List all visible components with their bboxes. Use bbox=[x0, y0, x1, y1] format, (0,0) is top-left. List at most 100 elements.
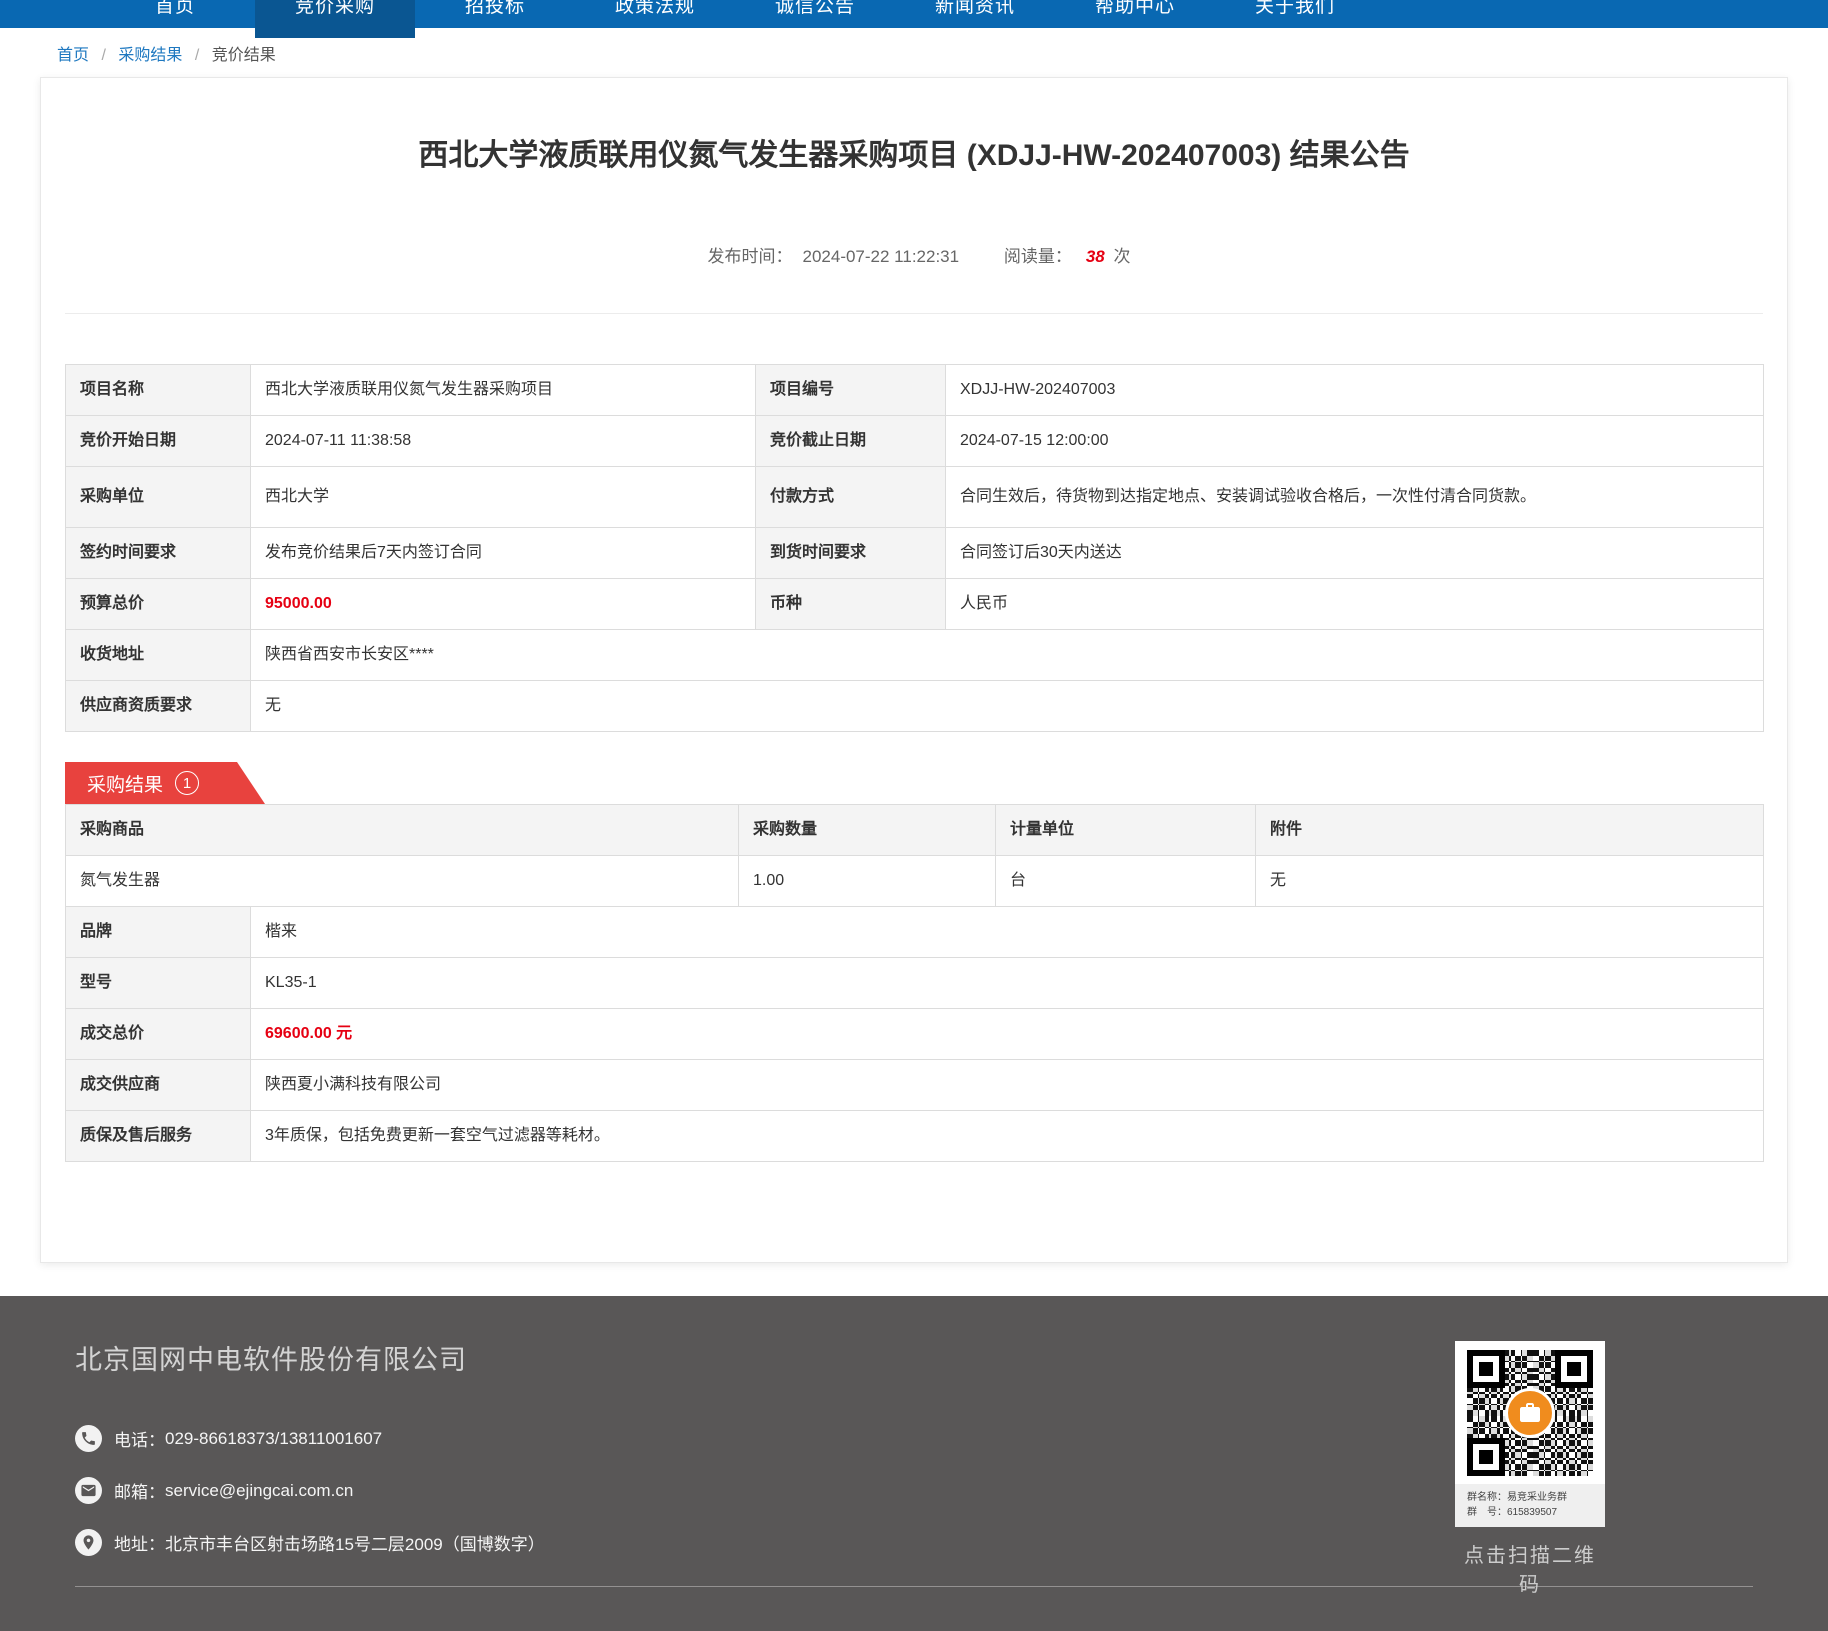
nav-item-tender[interactable]: 招投标 bbox=[415, 0, 575, 28]
table-row: 签约时间要求 发布竞价结果后7天内签订合同 到货时间要求 合同签订后30天内送达 bbox=[66, 528, 1764, 579]
table-row: 竞价开始日期 2024-07-11 11:38:58 竞价截止日期 2024-0… bbox=[66, 416, 1764, 467]
column-header: 计量单位 bbox=[996, 805, 1256, 856]
info-value-cell: 2024-07-11 11:38:58 bbox=[251, 416, 756, 467]
nav-label: 政策法规 bbox=[575, 0, 735, 18]
info-label-cell: 采购单位 bbox=[66, 467, 251, 528]
detail-value-cell: 3年质保，包括免费更新一套空气过滤器等耗材。 bbox=[251, 1111, 1764, 1162]
table-row: 收货地址 陕西省西安市长安区**** bbox=[66, 630, 1764, 681]
breadcrumb-current: 竞价结果 bbox=[212, 47, 276, 64]
table-row: 质保及售后服务 3年质保，包括免费更新一套空气过滤器等耗材。 bbox=[66, 1111, 1764, 1162]
info-value-cell: 西北大学 bbox=[251, 467, 756, 528]
publish-time-value: 2024-07-22 11:22:31 bbox=[803, 247, 960, 266]
qr-code[interactable]: 群名称：易竞采业务群 群 号：615839507 bbox=[1455, 1341, 1605, 1527]
detail-label-cell: 型号 bbox=[66, 958, 251, 1009]
article-meta: 发布时间：2024-07-22 11:22:31 阅读量：38 次 bbox=[95, 242, 1733, 267]
purchase-result-detail-table: 品牌 楷来 型号 KL35-1 成交总价 69600.00 元 成交供应商 陕西… bbox=[65, 906, 1764, 1162]
qr-group-name: 群名称：易竞采业务群 bbox=[1467, 1490, 1595, 1505]
column-header: 采购数量 bbox=[739, 805, 996, 856]
info-label-cell: 供应商资质要求 bbox=[66, 681, 251, 732]
breadcrumb-separator: / bbox=[195, 47, 199, 64]
nav-label: 首页 bbox=[95, 0, 255, 18]
detail-value-cell: 陕西夏小满科技有限公司 bbox=[251, 1060, 1764, 1111]
item-quantity-cell: 1.00 bbox=[739, 856, 996, 907]
qr-finder-icon bbox=[1467, 1438, 1505, 1476]
nav-item-home[interactable]: 首页 bbox=[95, 0, 255, 28]
nav-item-policy[interactable]: 政策法规 bbox=[575, 0, 735, 28]
views-count: 38 bbox=[1086, 247, 1105, 266]
qr-finder-icon bbox=[1467, 1350, 1505, 1388]
nav-label: 竞价采购 bbox=[255, 0, 415, 18]
briefcase-icon bbox=[1505, 1388, 1555, 1438]
nav-item-about[interactable]: 关于我们 bbox=[1215, 0, 1375, 28]
qr-code-block: 群名称：易竞采业务群 群 号：615839507 点击扫描二维码 bbox=[1455, 1341, 1605, 1597]
info-label-cell: 竞价开始日期 bbox=[66, 416, 251, 467]
page-title: 西北大学液质联用仪氮气发生器采购项目 (XDJJ-HW-202407003) 结… bbox=[95, 130, 1733, 174]
table-row: 成交总价 69600.00 元 bbox=[66, 1009, 1764, 1060]
nav-label: 帮助中心 bbox=[1055, 0, 1215, 18]
footer-address-label: 地址： bbox=[114, 1530, 165, 1555]
nav-item-bidding-purchase[interactable]: 竞价采购 bbox=[255, 0, 415, 38]
location-pin-icon bbox=[75, 1529, 102, 1556]
info-value-cell: 无 bbox=[251, 681, 1764, 732]
nav-label: 关于我们 bbox=[1215, 0, 1375, 18]
qr-finder-icon bbox=[1555, 1350, 1593, 1388]
info-value-cell: 发布竞价结果后7天内签订合同 bbox=[251, 528, 756, 579]
detail-label-cell: 品牌 bbox=[66, 907, 251, 958]
nav-item-help[interactable]: 帮助中心 bbox=[1055, 0, 1215, 28]
footer-email-label: 邮箱： bbox=[114, 1478, 165, 1503]
qr-pattern bbox=[1467, 1350, 1593, 1476]
info-value-cell: 合同生效后，待货物到达指定地点、安装调试验收合格后，一次性付清合同货款。 bbox=[946, 467, 1764, 528]
footer-email-value: service@ejingcai.com.cn bbox=[165, 1481, 353, 1501]
table-row: 供应商资质要求 无 bbox=[66, 681, 1764, 732]
info-label-cell: 到货时间要求 bbox=[756, 528, 946, 579]
table-header-row: 采购商品 采购数量 计量单位 附件 bbox=[66, 805, 1764, 856]
announcement-card: 西北大学液质联用仪氮气发生器采购项目 (XDJJ-HW-202407003) 结… bbox=[40, 77, 1788, 1263]
table-row: 采购单位 西北大学 付款方式 合同生效后，待货物到达指定地点、安装调试验收合格后… bbox=[66, 467, 1764, 528]
item-attachment-cell: 无 bbox=[1256, 856, 1764, 907]
table-row: 项目名称 西北大学液质联用仪氮气发生器采购项目 项目编号 XDJJ-HW-202… bbox=[66, 365, 1764, 416]
nav-label: 招投标 bbox=[415, 0, 575, 18]
views-label: 阅读量： bbox=[1004, 247, 1072, 266]
info-label-cell: 币种 bbox=[756, 579, 946, 630]
info-value-cell: 西北大学液质联用仪氮气发生器采购项目 bbox=[251, 365, 756, 416]
project-info-table: 项目名称 西北大学液质联用仪氮气发生器采购项目 项目编号 XDJJ-HW-202… bbox=[65, 364, 1764, 732]
purchase-result-badge-label: 采购结果 bbox=[87, 770, 163, 797]
footer-address-value: 北京市丰台区射击场路15号二层2009（国博数字） bbox=[165, 1530, 545, 1555]
announcement-header: 西北大学液质联用仪氮气发生器采购项目 (XDJJ-HW-202407003) 结… bbox=[65, 78, 1763, 314]
info-label-cell: 付款方式 bbox=[756, 467, 946, 528]
info-value-cell: 合同签订后30天内送达 bbox=[946, 528, 1764, 579]
purchase-result-table: 采购商品 采购数量 计量单位 附件 氮气发生器 1.00 台 无 bbox=[65, 804, 1764, 907]
info-value-cell: 2024-07-15 12:00:00 bbox=[946, 416, 1764, 467]
table-row: 氮气发生器 1.00 台 无 bbox=[66, 856, 1764, 907]
nav-item-integrity[interactable]: 诚信公告 bbox=[735, 0, 895, 28]
info-value-cell: XDJJ-HW-202407003 bbox=[946, 365, 1764, 416]
qr-caption[interactable]: 点击扫描二维码 bbox=[1455, 1539, 1605, 1597]
footer-phone-value: 029-86618373/13811001607 bbox=[165, 1429, 382, 1449]
nav-label: 新闻资讯 bbox=[895, 0, 1055, 18]
column-header: 附件 bbox=[1256, 805, 1764, 856]
info-value-cell: 陕西省西安市长安区**** bbox=[251, 630, 1764, 681]
detail-label-cell: 质保及售后服务 bbox=[66, 1111, 251, 1162]
purchase-result-badge: 采购结果 1 bbox=[65, 762, 265, 804]
breadcrumb-home-link[interactable]: 首页 bbox=[57, 47, 89, 64]
result-count-circle: 1 bbox=[175, 771, 199, 795]
detail-value-cell: KL35-1 bbox=[251, 958, 1764, 1009]
phone-icon bbox=[75, 1425, 102, 1452]
footer-phone-label: 电话： bbox=[114, 1426, 165, 1451]
breadcrumb-purchase-results-link[interactable]: 采购结果 bbox=[118, 47, 182, 64]
page: 首页 竞价采购 招投标 政策法规 诚信公告 新闻资讯 帮助中心 关于我们 首页 … bbox=[0, 0, 1828, 1631]
table-row: 预算总价 95000.00 币种 人民币 bbox=[66, 579, 1764, 630]
page-footer: 北京国网中电软件股份有限公司 电话： 029-86618373/13811001… bbox=[0, 1296, 1828, 1631]
qr-group-info: 群名称：易竞采业务群 群 号：615839507 bbox=[1455, 1484, 1605, 1527]
publish-time-label: 发布时间： bbox=[708, 247, 793, 266]
info-label-cell: 签约时间要求 bbox=[66, 528, 251, 579]
item-name-cell: 氮气发生器 bbox=[66, 856, 739, 907]
table-row: 成交供应商 陕西夏小满科技有限公司 bbox=[66, 1060, 1764, 1111]
item-unit-cell: 台 bbox=[996, 856, 1256, 907]
info-value-cell: 人民币 bbox=[946, 579, 1764, 630]
nav-item-news[interactable]: 新闻资讯 bbox=[895, 0, 1055, 28]
table-row: 品牌 楷来 bbox=[66, 907, 1764, 958]
table-row: 型号 KL35-1 bbox=[66, 958, 1764, 1009]
info-label-cell: 项目编号 bbox=[756, 365, 946, 416]
column-header: 采购商品 bbox=[66, 805, 739, 856]
